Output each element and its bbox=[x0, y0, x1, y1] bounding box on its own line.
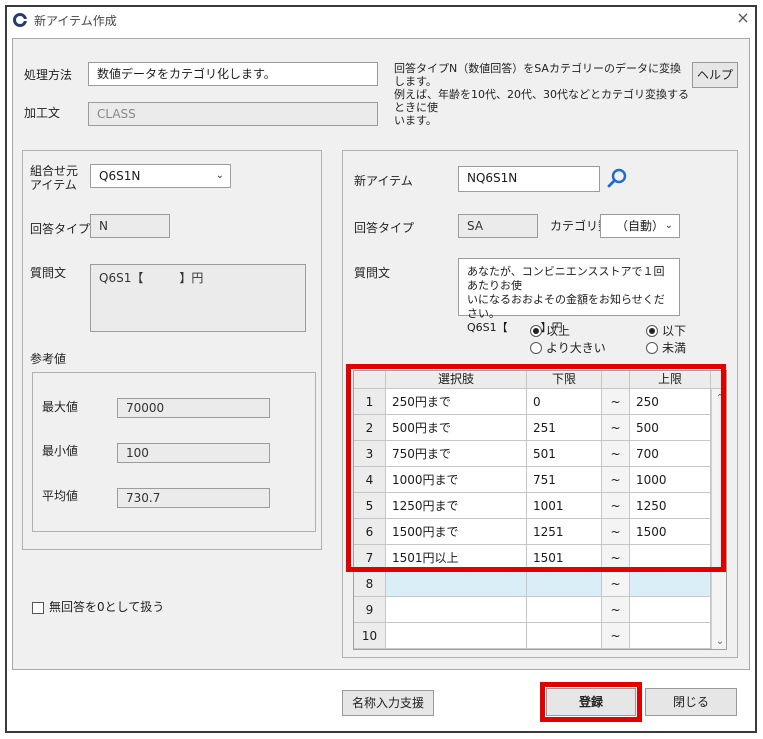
chevron-down-icon: ⌄ bbox=[215, 170, 224, 181]
source-item-label-line: アイテム bbox=[30, 178, 77, 192]
new-answer-type-field: SA bbox=[458, 214, 538, 238]
new-item-field[interactable]: NQ6S1N bbox=[458, 166, 600, 192]
choice-cell[interactable] bbox=[386, 623, 527, 649]
close-icon[interactable]: × bbox=[734, 9, 752, 27]
answer-type-field: N bbox=[90, 214, 170, 238]
row-number: 8 bbox=[354, 571, 386, 597]
source-item-label: 組合せ元 アイテム bbox=[30, 164, 78, 192]
app-logo-icon bbox=[13, 13, 27, 27]
upper-cell[interactable] bbox=[630, 623, 711, 649]
lower-gt-label: より大きい bbox=[546, 341, 606, 355]
highlight-box-grid bbox=[346, 364, 726, 572]
source-item-value: Q6S1N bbox=[99, 169, 141, 183]
upper-le-radio[interactable] bbox=[646, 325, 658, 337]
search-icon[interactable] bbox=[606, 166, 630, 190]
upper-lt-label: 未満 bbox=[662, 341, 687, 355]
new-question-line: あなたが、コンビニエンスストアで１回あたりお使 bbox=[467, 265, 665, 292]
description-line: 回答タイプN（数値回答）をSAカテゴリーのデータに変換します。 bbox=[394, 62, 681, 88]
new-answer-type-label: 回答タイプ bbox=[354, 221, 415, 235]
new-question-line: いになるおおよその金額をお知らせください。 bbox=[467, 293, 665, 320]
upper-le-label: 以下 bbox=[662, 324, 687, 338]
new-item-label: 新アイテム bbox=[354, 174, 413, 188]
upper-cell[interactable] bbox=[630, 597, 711, 623]
help-button[interactable]: ヘルプ bbox=[692, 62, 738, 88]
upper-lt-radio[interactable] bbox=[646, 342, 658, 354]
reference-label: 参考値 bbox=[30, 352, 67, 366]
category-count-select[interactable]: （自動） ⌄ bbox=[600, 214, 680, 238]
source-item-select[interactable]: Q6S1N ⌄ bbox=[90, 164, 231, 188]
lower-cell[interactable] bbox=[527, 571, 602, 597]
answer-type-label: 回答タイプ bbox=[30, 222, 91, 236]
tilde-cell: ~ bbox=[602, 571, 630, 597]
choice-cell[interactable] bbox=[386, 597, 527, 623]
lower-cell[interactable] bbox=[527, 597, 602, 623]
window-title: 新アイテム作成 bbox=[34, 14, 117, 28]
method-label: 処理方法 bbox=[24, 68, 73, 82]
lower-cell[interactable] bbox=[527, 623, 602, 649]
description-line: います。 bbox=[394, 114, 437, 127]
choice-cell[interactable] bbox=[386, 571, 527, 597]
category-count-value: （自動） bbox=[615, 219, 664, 233]
row-number: 10 bbox=[354, 623, 386, 649]
min-label: 最小値 bbox=[42, 444, 79, 458]
scroll-down-icon[interactable]: ⌄ bbox=[712, 636, 726, 647]
no-answer-checkbox[interactable] bbox=[32, 602, 44, 614]
register-button[interactable]: 登録 bbox=[546, 688, 636, 716]
question-field: Q6S1【 】円 bbox=[90, 264, 306, 332]
close-button[interactable]: 閉じる bbox=[645, 688, 737, 716]
tilde-cell: ~ bbox=[602, 623, 630, 649]
new-question-label: 質問文 bbox=[354, 266, 391, 280]
chevron-down-icon: ⌄ bbox=[664, 220, 673, 231]
lower-gt-radio[interactable] bbox=[530, 342, 542, 354]
avg-value: 730.7 bbox=[117, 488, 270, 508]
max-label: 最大値 bbox=[42, 400, 79, 414]
avg-label: 平均値 bbox=[42, 489, 79, 503]
source-item-label-line: 組合せ元 bbox=[30, 164, 79, 178]
name-assist-button[interactable]: 名称入力支援 bbox=[342, 690, 434, 716]
kakou-field[interactable]: CLASS bbox=[88, 102, 378, 126]
title-bar bbox=[7, 7, 755, 35]
question-label: 質問文 bbox=[30, 266, 67, 280]
max-value: 70000 bbox=[117, 398, 270, 418]
description-line: 例えば、年齢を10代、20代、30代などとカテゴリ変換するときに使 bbox=[394, 88, 689, 114]
lower-ge-radio[interactable] bbox=[530, 325, 542, 337]
method-field[interactable]: 数値データをカテゴリ化します。 bbox=[88, 62, 378, 86]
new-question-field[interactable]: あなたが、コンビニエンスストアで１回あたりお使 いになるおおよその金額をお知らせ… bbox=[458, 258, 680, 334]
tilde-cell: ~ bbox=[602, 597, 630, 623]
min-value: 100 bbox=[117, 443, 270, 463]
row-number: 9 bbox=[354, 597, 386, 623]
no-answer-label: 無回答を0として扱う bbox=[49, 600, 165, 614]
kakou-label: 加工文 bbox=[24, 106, 61, 120]
upper-cell[interactable] bbox=[630, 571, 711, 597]
lower-ge-label: 以上 bbox=[546, 324, 571, 338]
description-text: 回答タイプN（数値回答）をSAカテゴリーのデータに変換します。 例えば、年齢を1… bbox=[394, 62, 690, 127]
